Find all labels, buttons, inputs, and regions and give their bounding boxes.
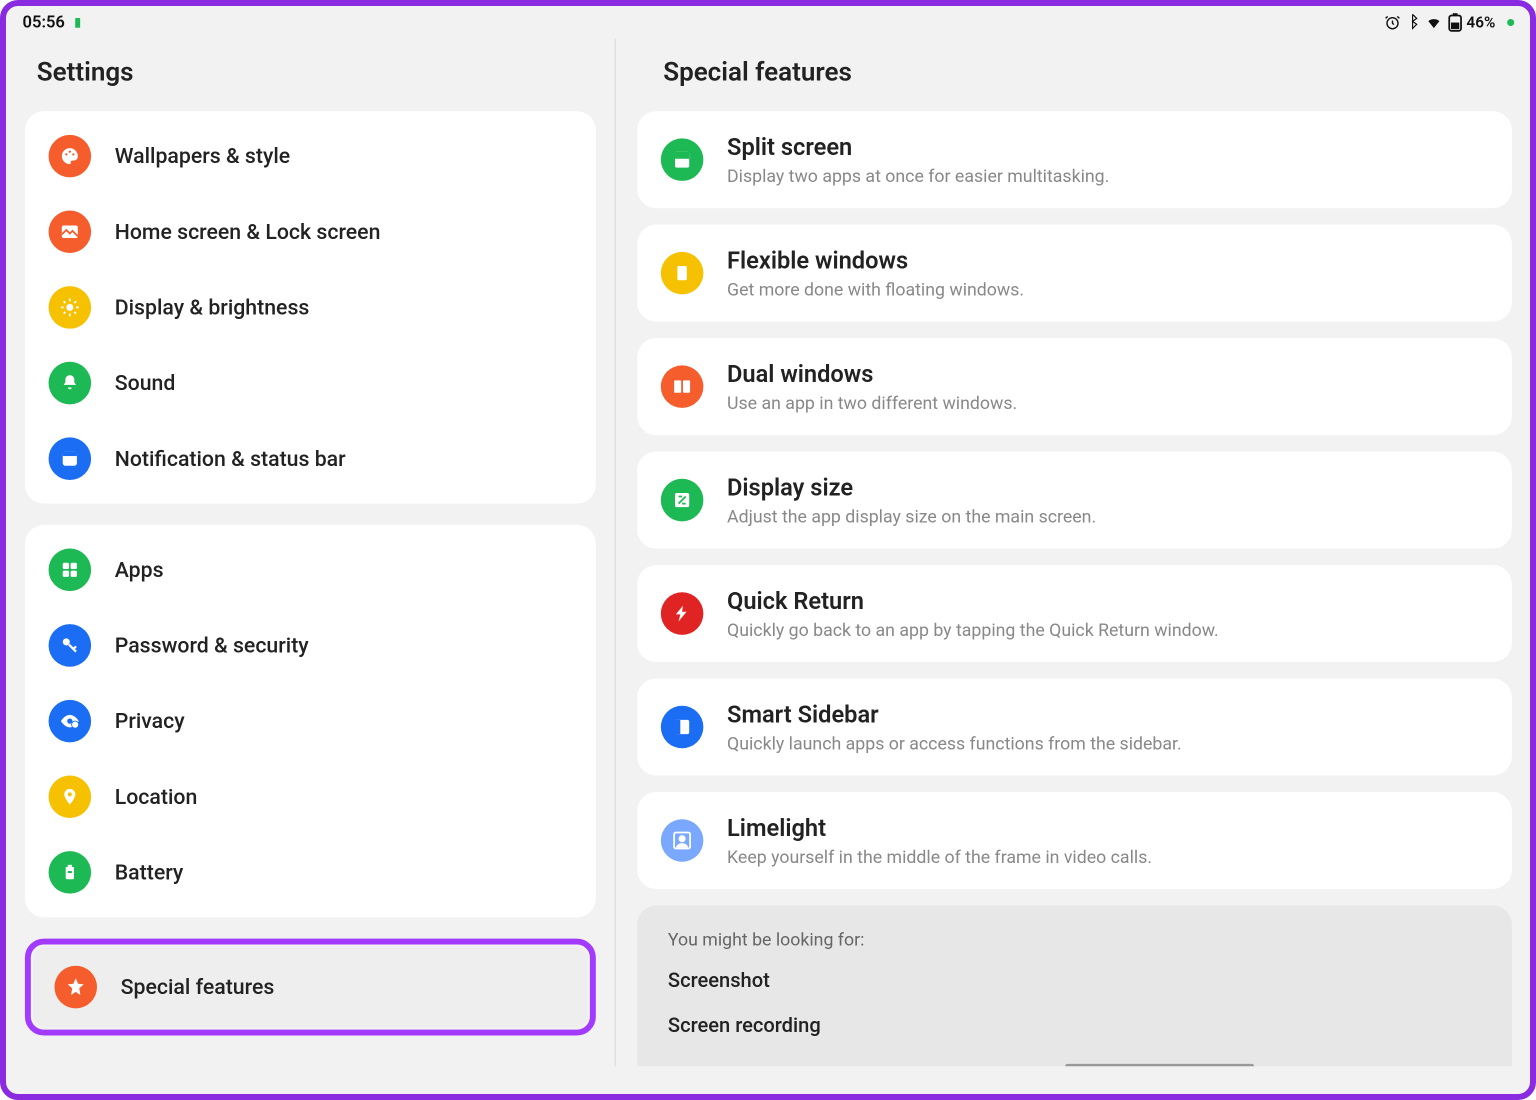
settings-item-privacy[interactable]: Privacy <box>25 683 596 759</box>
feature-desc: Use an app in two different windows. <box>727 393 1017 414</box>
feature-desc: Display two apps at once for easier mult… <box>727 166 1109 187</box>
settings-item-wallpapers[interactable]: Wallpapers & style <box>25 118 596 194</box>
feature-desc: Get more done with floating windows. <box>727 279 1024 300</box>
item-label: Sound <box>115 371 176 396</box>
feature-flexible-windows[interactable]: Flexible windows Get more done with floa… <box>637 225 1512 322</box>
feature-limelight[interactable]: Limelight Keep yourself in the middle of… <box>637 792 1512 889</box>
activity-dot-icon <box>1507 19 1514 26</box>
feature-quick-return[interactable]: Quick Return Quickly go back to an app b… <box>637 565 1512 662</box>
item-label: Location <box>115 784 198 809</box>
apps-grid-icon <box>49 549 92 592</box>
item-label: Privacy <box>115 709 185 734</box>
settings-title: Settings <box>6 39 615 111</box>
settings-item-homescreen[interactable]: Home screen & Lock screen <box>25 194 596 270</box>
palette-icon <box>49 135 92 178</box>
dual-window-icon <box>661 365 704 408</box>
feature-title: Display size <box>727 473 1096 501</box>
suggestion-screen-recording[interactable]: Screen recording <box>668 1014 1481 1038</box>
item-label: Special features <box>121 975 275 1000</box>
notification-bar-icon <box>49 437 92 480</box>
feature-desc: Keep yourself in the middle of the frame… <box>727 846 1152 867</box>
settings-item-display[interactable]: Display & brightness <box>25 270 596 346</box>
feature-dual-windows[interactable]: Dual windows Use an app in two different… <box>637 338 1512 435</box>
settings-item-special-features[interactable]: Special features <box>33 947 587 1027</box>
feature-desc: Adjust the app display size on the main … <box>727 506 1096 527</box>
wifi-icon <box>1424 14 1443 31</box>
item-label: Battery <box>115 860 184 885</box>
item-label: Notification & status bar <box>115 446 346 471</box>
item-label: Wallpapers & style <box>115 144 290 169</box>
location-pin-icon <box>49 775 92 818</box>
feature-split-screen[interactable]: Split screen Display two apps at once fo… <box>637 111 1512 208</box>
feature-desc: Quickly go back to an app by tapping the… <box>727 619 1219 640</box>
key-icon <box>49 624 92 667</box>
feature-title: Dual windows <box>727 359 1017 387</box>
star-icon <box>54 966 97 1009</box>
display-size-icon <box>661 479 704 522</box>
sidebar-icon <box>661 706 704 749</box>
settings-group-1: Wallpapers & style Home screen & Lock sc… <box>25 111 596 503</box>
battery-percent: 46% <box>1466 14 1495 32</box>
settings-item-location[interactable]: Location <box>25 759 596 835</box>
person-frame-icon <box>661 819 704 862</box>
settings-group-2: Apps Password & security Privacy <box>25 525 596 917</box>
picture-icon <box>49 210 92 253</box>
item-label: Display & brightness <box>115 295 310 320</box>
privacy-eye-icon <box>49 700 92 743</box>
bell-icon <box>49 362 92 405</box>
settings-item-notifications[interactable]: Notification & status bar <box>25 421 596 497</box>
suggestions-label: You might be looking for: <box>668 929 1481 950</box>
item-label: Home screen & Lock screen <box>115 219 381 244</box>
settings-item-password[interactable]: Password & security <box>25 608 596 684</box>
suggestion-screenshot[interactable]: Screenshot <box>668 969 1481 993</box>
feature-smart-sidebar[interactable]: Smart Sidebar Quickly launch apps or acc… <box>637 679 1512 776</box>
battery-charging-tiny-icon: ▮ <box>74 16 81 29</box>
alarm-icon <box>1384 14 1401 31</box>
feature-display-size[interactable]: Display size Adjust the app display size… <box>637 452 1512 549</box>
feature-title: Quick Return <box>727 586 1219 614</box>
item-label: Apps <box>115 557 164 582</box>
quick-return-icon <box>661 592 704 635</box>
suggestions-box: You might be looking for: Screenshot Scr… <box>637 906 1512 1067</box>
settings-item-special-features-highlight: Special features <box>25 939 596 1036</box>
status-time: 05:56 <box>23 13 65 32</box>
item-label: Password & security <box>115 633 309 658</box>
feature-title: Limelight <box>727 813 1152 841</box>
bluetooth-icon <box>1405 14 1419 31</box>
sun-icon <box>49 286 92 329</box>
settings-item-battery[interactable]: Battery <box>25 835 596 911</box>
settings-item-sound[interactable]: Sound <box>25 345 596 421</box>
floating-window-icon <box>661 252 704 295</box>
scrollbar[interactable] <box>1065 1064 1254 1066</box>
split-screen-icon <box>661 138 704 181</box>
special-features-title: Special features <box>637 39 1512 111</box>
feature-title: Split screen <box>727 132 1109 160</box>
battery-icon <box>1448 13 1462 32</box>
feature-title: Flexible windows <box>727 246 1024 274</box>
battery-icon <box>49 851 92 894</box>
settings-item-apps[interactable]: Apps <box>25 532 596 608</box>
status-right: 46% <box>1384 13 1515 32</box>
status-bar: 05:56 ▮ 46% <box>6 6 1531 39</box>
feature-desc: Quickly launch apps or access functions … <box>727 733 1182 754</box>
feature-title: Smart Sidebar <box>727 700 1182 728</box>
